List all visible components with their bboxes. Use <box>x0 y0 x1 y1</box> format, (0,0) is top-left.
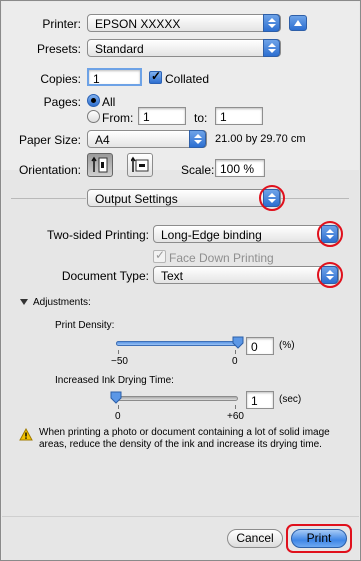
triangle-up-icon <box>294 20 302 26</box>
print-dialog: Printer: EPSON XXXXX Presets: Standard C… <box>0 0 361 561</box>
checkmark-icon: ✓ <box>151 69 162 83</box>
copies-input[interactable]: 1 <box>87 68 142 86</box>
pages-to-label: to: <box>194 111 208 125</box>
tick-mark <box>118 350 119 354</box>
paper-size-popup[interactable]: A4 <box>87 130 207 148</box>
drying-time-input[interactable]: 1 <box>246 391 274 409</box>
document-type-value: Text <box>161 269 184 283</box>
drying-time-unit: (sec) <box>279 394 302 405</box>
copies-label: Copies: <box>40 72 81 86</box>
scale-input[interactable]: 100 % <box>215 159 265 177</box>
pages-all-radio[interactable] <box>87 94 100 107</box>
pages-from-radio[interactable] <box>87 110 100 123</box>
cancel-button[interactable]: Cancel <box>227 529 283 548</box>
presets-popup[interactable]: Standard <box>87 39 281 57</box>
print-density-label: Print Density: <box>55 320 115 331</box>
disclosure-up-button[interactable] <box>289 15 307 31</box>
printer-label: Printer: <box>42 17 81 31</box>
tick-mark <box>235 350 236 354</box>
tick-mark <box>235 405 236 409</box>
separator <box>11 198 86 199</box>
tick-mark <box>118 405 119 409</box>
pages-all-label: All <box>102 95 116 109</box>
pages-to-input[interactable]: 1 <box>215 107 263 125</box>
orientation-landscape-button[interactable] <box>127 153 153 177</box>
presets-label: Presets: <box>36 42 81 56</box>
section-popup[interactable]: Output Settings <box>87 189 281 207</box>
face-down-checkbox[interactable]: ✓ <box>153 248 166 263</box>
paper-size-label: Paper Size: <box>18 133 81 147</box>
pages-label: Pages: <box>43 95 81 109</box>
paper-dimensions: 21.00 by 29.70 cm <box>215 133 306 145</box>
disclosure-triangle-icon[interactable] <box>20 299 28 305</box>
popup-arrows-icon <box>189 130 206 148</box>
printer-popup[interactable]: EPSON XXXXX <box>87 14 281 32</box>
document-type-popup[interactable]: Text <box>153 266 339 284</box>
drying-time-label: Increased Ink Drying Time: <box>55 375 174 386</box>
two-sided-value: Long-Edge binding <box>161 228 262 242</box>
print-density-fill <box>116 341 238 346</box>
checkmark-icon: ✓ <box>155 248 166 262</box>
orientation-portrait-button[interactable] <box>87 153 113 177</box>
collated-checkbox[interactable]: ✓ <box>149 69 162 84</box>
paper-size-value: A4 <box>95 133 110 147</box>
two-sided-label: Two-sided Printing: <box>46 228 149 242</box>
pages-from-label: From: <box>102 111 134 125</box>
orientation-label: Orientation: <box>18 163 81 177</box>
presets-value: Standard <box>95 42 144 56</box>
document-type-label: Document Type: <box>61 269 149 283</box>
popup-arrows-icon <box>263 39 280 57</box>
two-sided-popup[interactable]: Long-Edge binding <box>153 225 339 243</box>
print-density-min: −50 <box>111 356 128 367</box>
print-density-unit: (%) <box>279 340 295 351</box>
separator <box>2 516 359 517</box>
popup-arrows-icon <box>263 189 280 207</box>
warning-text: When printing a photo or document contai… <box>39 427 330 450</box>
popup-arrows-icon <box>321 225 338 243</box>
face-down-label: Face Down Printing <box>169 251 274 265</box>
separator <box>281 198 349 199</box>
landscape-icon <box>131 156 149 172</box>
print-button[interactable]: Print <box>291 529 347 548</box>
drying-time-slider-thumb[interactable] <box>110 391 122 404</box>
print-density-max: 0 <box>232 356 238 367</box>
portrait-icon <box>91 156 108 173</box>
print-density-slider-thumb[interactable] <box>232 336 244 349</box>
printer-value: EPSON XXXXX <box>95 17 181 31</box>
adjustments-label: Adjustments: <box>33 297 91 308</box>
pages-from-input[interactable]: 1 <box>138 107 186 125</box>
drying-time-min: 0 <box>115 411 121 422</box>
drying-time-track <box>116 396 238 401</box>
print-density-input[interactable]: 0 <box>246 337 274 355</box>
popup-arrows-icon <box>321 266 338 284</box>
warning-icon <box>19 428 33 441</box>
section-value: Output Settings <box>95 192 178 206</box>
scale-label: Scale: <box>181 163 215 177</box>
popup-arrows-icon <box>263 14 280 32</box>
drying-time-max: +60 <box>227 411 244 422</box>
collated-label: Collated <box>165 72 210 86</box>
